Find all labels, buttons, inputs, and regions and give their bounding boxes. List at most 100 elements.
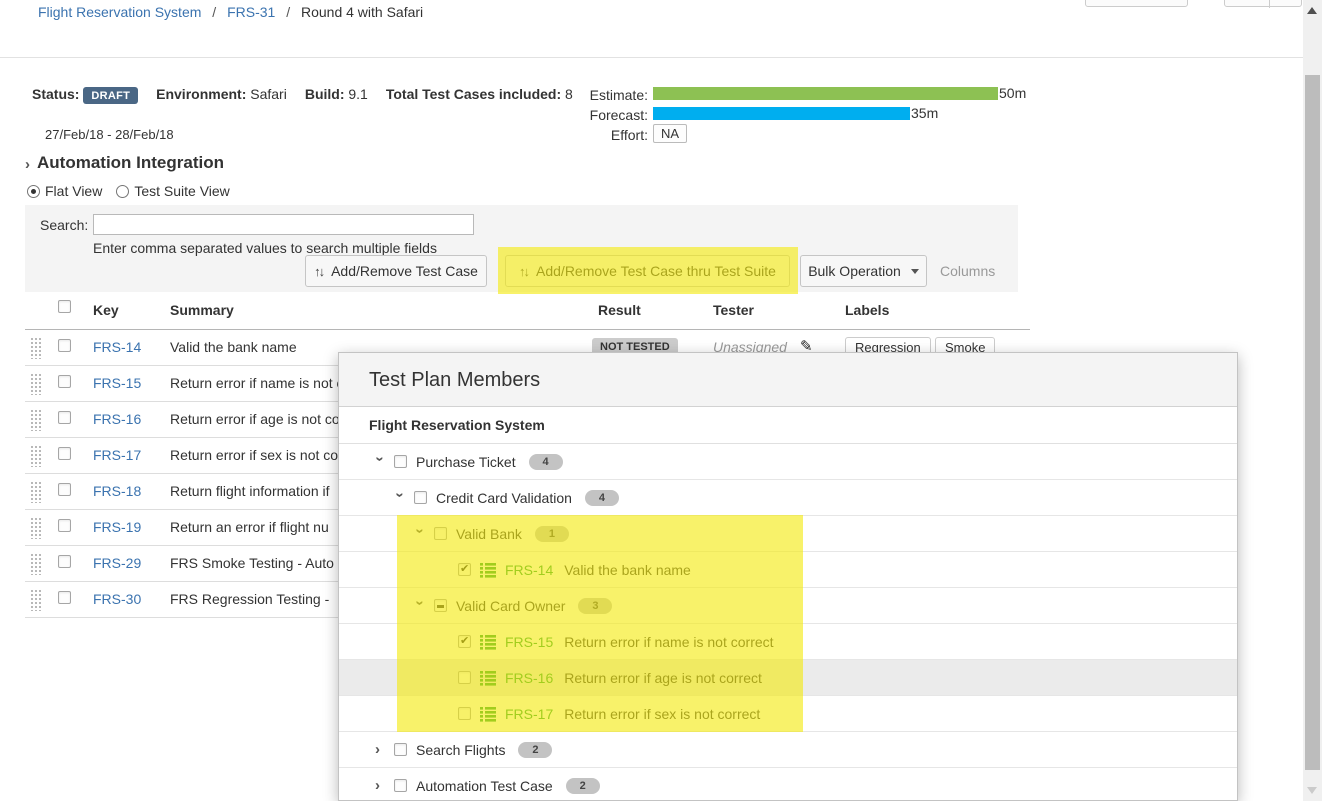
- testcase-checkbox[interactable]: [458, 563, 471, 576]
- suite-label: Valid Card Owner: [456, 598, 565, 614]
- breadcrumb-separator: /: [286, 4, 290, 20]
- search-input[interactable]: [93, 214, 474, 235]
- testcase-checkbox[interactable]: [458, 707, 471, 720]
- scroll-up-arrow-icon[interactable]: [1307, 7, 1317, 14]
- tree-testcase-row[interactable]: FRS-16 Return error if age is not correc…: [339, 660, 1237, 696]
- testplan-summary: Status: DRAFT Environment: Safari Build:…: [32, 86, 573, 102]
- drag-handle-icon[interactable]: [30, 517, 41, 539]
- testcase-title: Return error if name is not correct: [564, 634, 773, 650]
- testcase-summary: Return flight information if: [170, 483, 330, 499]
- flat-view-option[interactable]: Flat View: [27, 183, 102, 199]
- bulk-operation-label: Bulk Operation: [808, 263, 901, 279]
- testcase-key[interactable]: FRS-14: [505, 562, 553, 578]
- chevron-right-icon[interactable]: ›: [375, 777, 385, 794]
- count-badge: 2: [566, 778, 600, 794]
- scroll-down-arrow-icon[interactable]: [1307, 787, 1317, 794]
- testcase-key-link[interactable]: FRS-15: [93, 375, 141, 391]
- drag-handle-icon[interactable]: [30, 481, 41, 503]
- testcase-checkbox[interactable]: [458, 635, 471, 648]
- drag-handle-icon[interactable]: [30, 337, 41, 359]
- drag-handle-icon[interactable]: [30, 445, 41, 467]
- row-checkbox[interactable]: [58, 447, 71, 460]
- count-badge: 2: [518, 742, 552, 758]
- testcase-summary: FRS Regression Testing -: [170, 591, 329, 607]
- testcase-key-link[interactable]: FRS-14: [93, 339, 141, 355]
- testcase-key-link[interactable]: FRS-17: [93, 447, 141, 463]
- row-checkbox[interactable]: [58, 483, 71, 496]
- count-badge: 4: [585, 490, 619, 506]
- environment-value: Safari: [250, 86, 287, 102]
- suite-checkbox[interactable]: [414, 491, 427, 504]
- flat-view-label: Flat View: [45, 183, 102, 199]
- row-checkbox[interactable]: [58, 591, 71, 604]
- tree-testcase-row[interactable]: FRS-17 Return error if sex is not correc…: [339, 696, 1237, 732]
- row-checkbox[interactable]: [58, 375, 71, 388]
- flat-view-radio[interactable]: [27, 185, 40, 198]
- row-checkbox[interactable]: [58, 411, 71, 424]
- drag-handle-icon[interactable]: [30, 409, 41, 431]
- testcase-list-icon: [480, 706, 496, 722]
- effort-value: NA: [653, 124, 687, 143]
- row-checkbox[interactable]: [58, 519, 71, 532]
- row-checkbox[interactable]: [58, 555, 71, 568]
- vertical-scrollbar[interactable]: [1303, 0, 1322, 801]
- testcase-key[interactable]: FRS-16: [505, 670, 553, 686]
- section-collapse-icon[interactable]: ›: [25, 156, 30, 173]
- breadcrumb-project-link[interactable]: Flight Reservation System: [38, 4, 201, 20]
- count-badge: 4: [529, 454, 563, 470]
- tree-suite-row[interactable]: › Search Flights 2: [339, 732, 1237, 768]
- suite-checkbox[interactable]: [434, 527, 447, 540]
- testcase-key[interactable]: FRS-17: [505, 706, 553, 722]
- suite-checkbox-indeterminate[interactable]: [434, 599, 447, 612]
- add-remove-thru-suite-button[interactable]: ↑↓ Add/Remove Test Case thru Test Suite: [505, 255, 790, 287]
- breadcrumb-current: Round 4 with Safari: [301, 4, 423, 20]
- testcase-key-link[interactable]: FRS-29: [93, 555, 141, 571]
- breadcrumb-issue-link[interactable]: FRS-31: [227, 4, 275, 20]
- chevron-right-icon[interactable]: ›: [375, 741, 385, 758]
- breadcrumb: Flight Reservation System / FRS-31 / Rou…: [38, 4, 423, 20]
- drag-handle-icon[interactable]: [30, 589, 41, 611]
- drag-handle-icon[interactable]: [30, 553, 41, 575]
- progress-labels: Estimate: Forecast: Effort:: [560, 85, 648, 145]
- tree-testcase-row[interactable]: FRS-14 Valid the bank name: [339, 552, 1237, 588]
- testcase-list-icon: [480, 670, 496, 686]
- tree-root-label: Flight Reservation System: [339, 407, 1237, 444]
- suite-view-option[interactable]: Test Suite View: [116, 183, 229, 199]
- cropped-toolbar-split-button[interactable]: [1224, 0, 1302, 7]
- add-remove-testcase-button[interactable]: ↑↓ Add/Remove Test Case: [305, 255, 487, 287]
- tree-suite-row[interactable]: › Purchase Ticket 4: [339, 444, 1237, 480]
- testcase-list-icon: [480, 562, 496, 578]
- tree-suite-row[interactable]: › Automation Test Case 2: [339, 768, 1237, 801]
- bulk-operation-button[interactable]: Bulk Operation: [800, 255, 927, 287]
- testcase-key-link[interactable]: FRS-30: [93, 591, 141, 607]
- view-toggle: Flat View Test Suite View: [27, 183, 230, 199]
- forecast-value: 35m: [911, 105, 938, 121]
- testcase-key-link[interactable]: FRS-16: [93, 411, 141, 427]
- testcase-key-link[interactable]: FRS-18: [93, 483, 141, 499]
- section-title: Automation Integration: [37, 153, 224, 173]
- testcase-key-link[interactable]: FRS-19: [93, 519, 141, 535]
- chevron-down-icon[interactable]: ›: [372, 457, 389, 467]
- tree-suite-row[interactable]: › Valid Card Owner 3: [339, 588, 1237, 624]
- testcase-key[interactable]: FRS-15: [505, 634, 553, 650]
- tree-suite-row[interactable]: › Valid Bank 1: [339, 516, 1237, 552]
- breadcrumb-separator: /: [212, 4, 216, 20]
- table-header: Key Summary Result Tester Labels: [25, 296, 1030, 330]
- cropped-toolbar-button[interactable]: [1085, 0, 1188, 7]
- select-all-checkbox[interactable]: [58, 300, 71, 313]
- chevron-down-icon[interactable]: ›: [412, 529, 429, 539]
- suite-checkbox[interactable]: [394, 455, 407, 468]
- row-checkbox[interactable]: [58, 339, 71, 352]
- chevron-down-icon[interactable]: ›: [412, 601, 429, 611]
- suite-checkbox[interactable]: [394, 779, 407, 792]
- tree-testcase-row[interactable]: FRS-15 Return error if name is not corre…: [339, 624, 1237, 660]
- testcase-list-icon: [480, 634, 496, 650]
- tree-suite-row[interactable]: › Credit Card Validation 4: [339, 480, 1237, 516]
- scrollbar-thumb[interactable]: [1305, 75, 1320, 770]
- suite-view-radio[interactable]: [116, 185, 129, 198]
- columns-button[interactable]: Columns: [940, 263, 995, 279]
- drag-handle-icon[interactable]: [30, 373, 41, 395]
- chevron-down-icon[interactable]: ›: [392, 493, 409, 503]
- testcase-checkbox[interactable]: [458, 671, 471, 684]
- suite-checkbox[interactable]: [394, 743, 407, 756]
